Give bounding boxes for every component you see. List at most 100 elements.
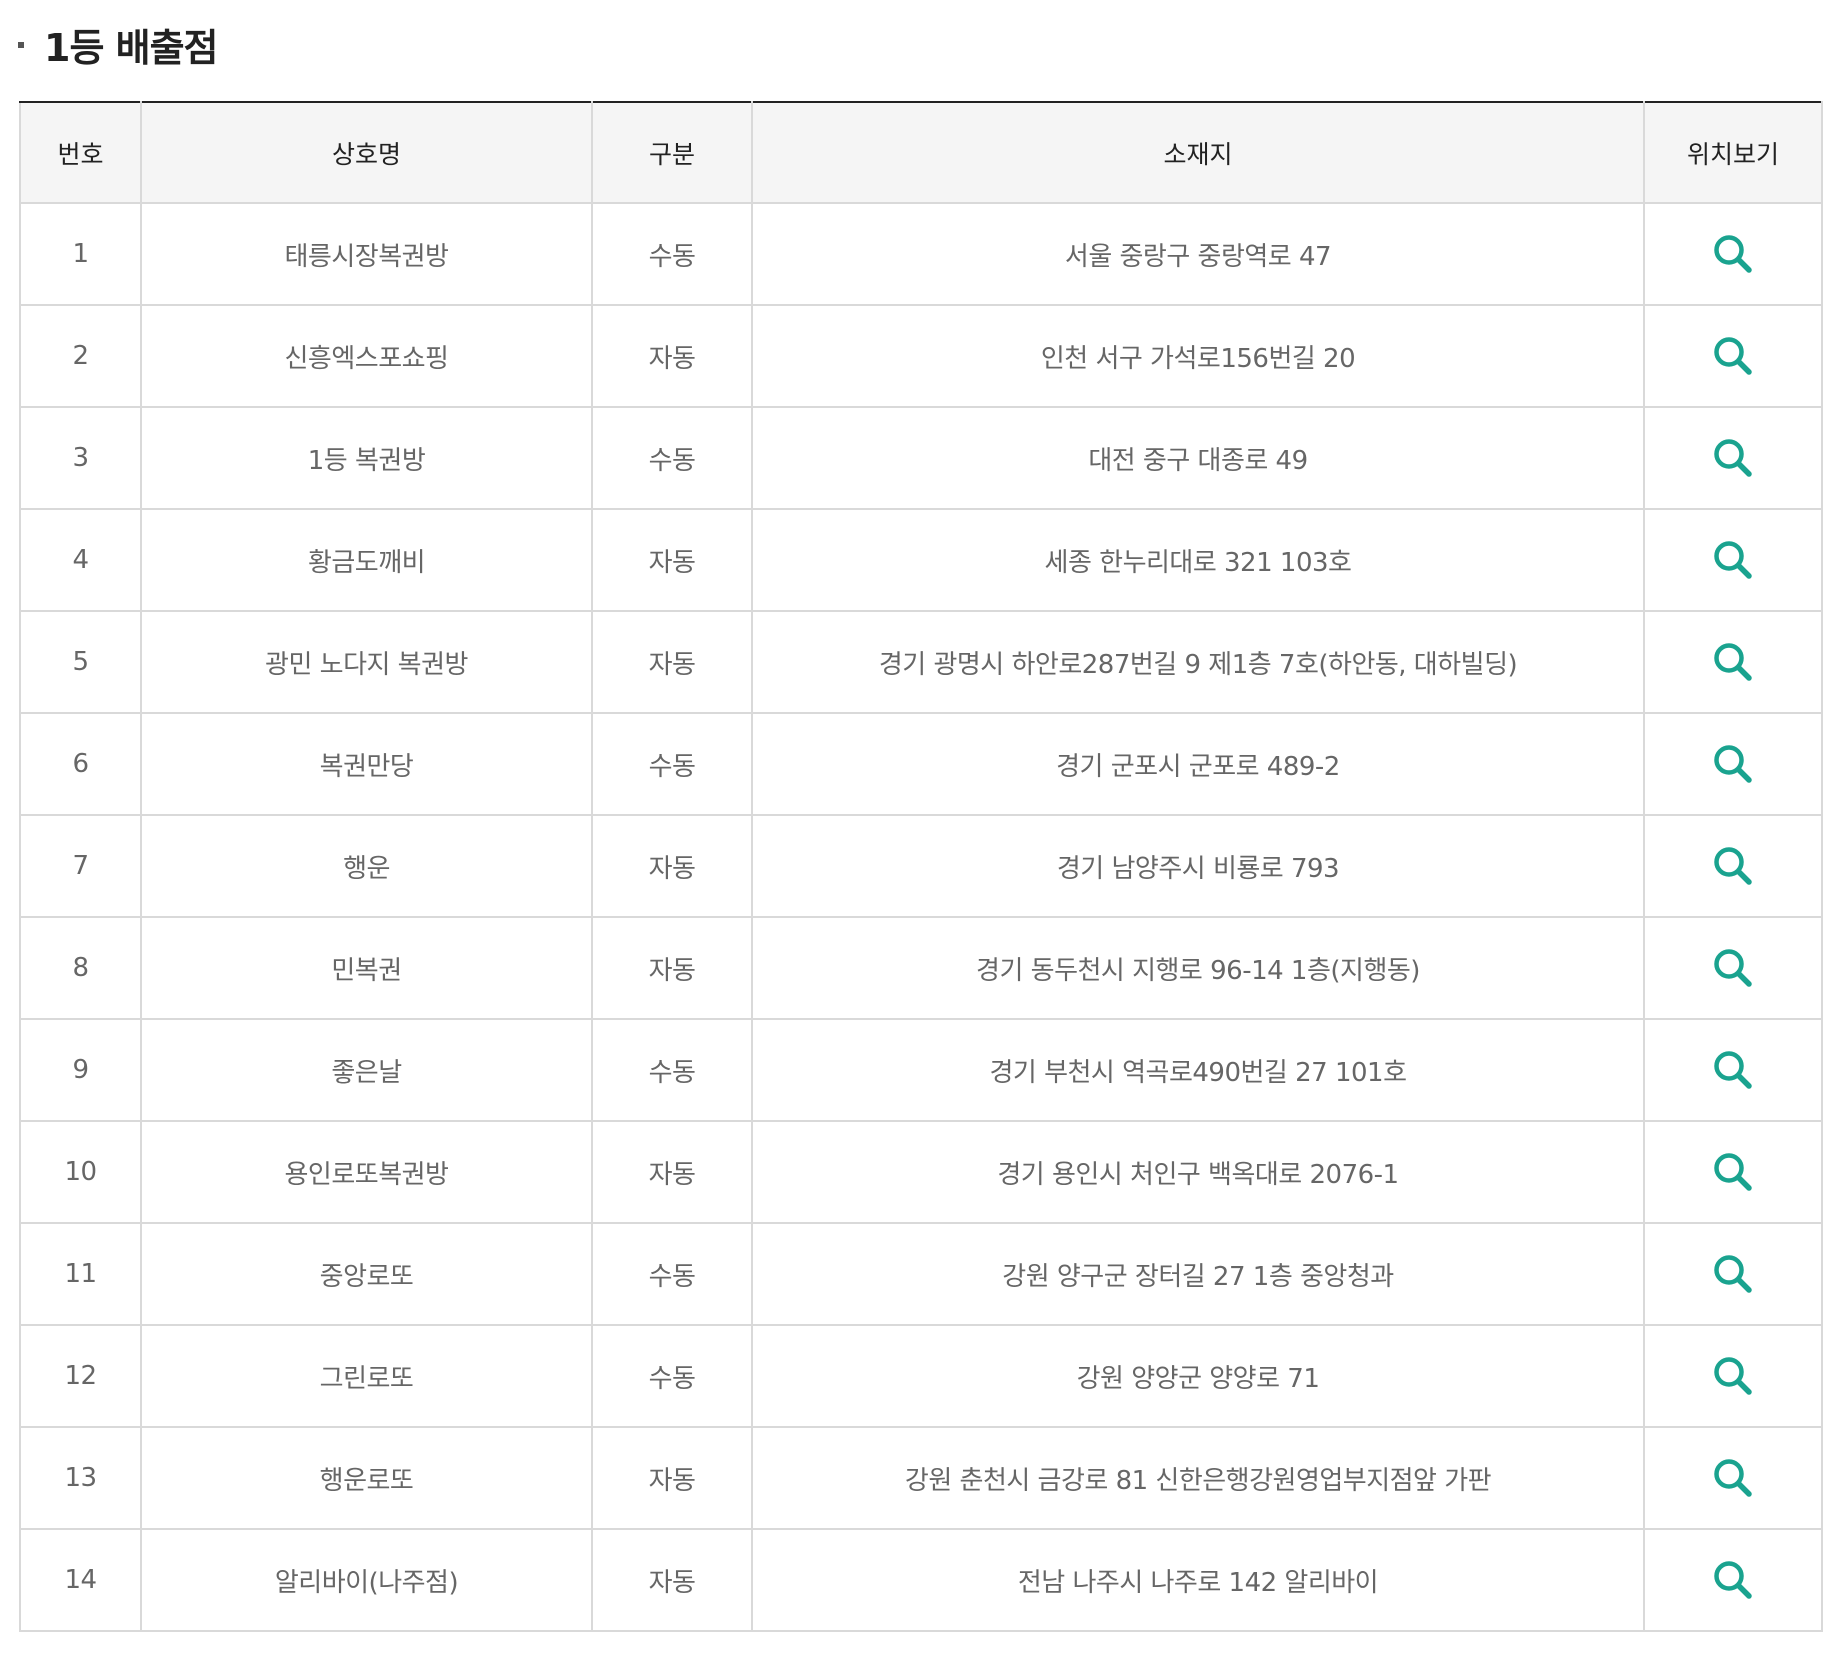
cell-store-name: 그린로또: [140, 1324, 593, 1428]
cell-no: 2: [19, 304, 142, 408]
table-row: 10 용인로또복권방 자동 경기 용인시 처인구 백옥대로 2076-1: [19, 1120, 1823, 1224]
cell-location: [1643, 916, 1823, 1020]
cell-address: 서울 중랑구 중랑역로 47: [751, 202, 1645, 306]
cell-no: 8: [19, 916, 142, 1020]
cell-type: 자동: [591, 1120, 753, 1224]
cell-type: 수동: [591, 1018, 753, 1122]
table-row: 3 1등 복권방 수동 대전 중구 대종로 49: [19, 406, 1823, 510]
cell-address: 경기 군포시 군포로 489-2: [751, 712, 1645, 816]
search-icon[interactable]: [1711, 946, 1755, 990]
cell-address: 경기 동두천시 지행로 96-14 1층(지행동): [751, 916, 1645, 1020]
cell-no: 5: [19, 610, 142, 714]
page: 1등 배출점 번호 상호명 구분 소재지 위치보기 1 태릉시장복권방 수동 서울 중…: [0, 0, 1829, 1655]
section-header: 1등 배출점: [18, 14, 219, 74]
cell-address: 경기 부천시 역곡로490번길 27 101호: [751, 1018, 1645, 1122]
header-type: 구분: [591, 101, 753, 204]
title-bullet: [18, 42, 24, 48]
cell-location: [1643, 1018, 1823, 1122]
cell-store-name: 행운로또: [140, 1426, 593, 1530]
table-row: 1 태릉시장복권방 수동 서울 중랑구 중랑역로 47: [19, 202, 1823, 306]
header-store-name: 상호명: [140, 101, 593, 204]
cell-store-name: 신흥엑스포쇼핑: [140, 304, 593, 408]
table-row: 6 복권만당 수동 경기 군포시 군포로 489-2: [19, 712, 1823, 816]
cell-location: [1643, 814, 1823, 918]
search-icon[interactable]: [1711, 844, 1755, 888]
cell-type: 수동: [591, 1324, 753, 1428]
cell-store-name: 용인로또복권방: [140, 1120, 593, 1224]
cell-no: 3: [19, 406, 142, 510]
search-icon[interactable]: [1711, 232, 1755, 276]
search-icon[interactable]: [1711, 742, 1755, 786]
cell-no: 10: [19, 1120, 142, 1224]
table-row: 9 좋은날 수동 경기 부천시 역곡로490번길 27 101호: [19, 1018, 1823, 1122]
cell-location: [1643, 406, 1823, 510]
search-icon[interactable]: [1711, 1558, 1755, 1602]
cell-address: 인천 서구 가석로156번길 20: [751, 304, 1645, 408]
table-body: 1 태릉시장복권방 수동 서울 중랑구 중랑역로 47 2 신흥엑스포쇼핑 자동 인천 서구 …: [19, 202, 1823, 1632]
cell-type: 자동: [591, 1528, 753, 1632]
cell-store-name: 1등 복권방: [140, 406, 593, 510]
cell-address: 강원 양양군 양양로 71: [751, 1324, 1645, 1428]
cell-no: 1: [19, 202, 142, 306]
cell-address: 경기 용인시 처인구 백옥대로 2076-1: [751, 1120, 1645, 1224]
cell-address: 강원 양구군 장터길 27 1층 중앙청과: [751, 1222, 1645, 1326]
cell-type: 자동: [591, 304, 753, 408]
cell-no: 6: [19, 712, 142, 816]
table-row: 11 중앙로또 수동 강원 양구군 장터길 27 1층 중앙청과: [19, 1222, 1823, 1326]
cell-address: 경기 광명시 하안로287번길 9 제1층 7호(하안동, 대하빌딩): [751, 610, 1645, 714]
table-row: 2 신흥엑스포쇼핑 자동 인천 서구 가석로156번길 20: [19, 304, 1823, 408]
cell-type: 수동: [591, 202, 753, 306]
table-row: 13 행운로또 자동 강원 춘천시 금강로 81 신한은행강원영업부지점앞 가판: [19, 1426, 1823, 1530]
cell-location: [1643, 508, 1823, 612]
cell-location: [1643, 712, 1823, 816]
cell-store-name: 태릉시장복권방: [140, 202, 593, 306]
table-row: 7 행운 자동 경기 남양주시 비룡로 793: [19, 814, 1823, 918]
cell-location: [1643, 1324, 1823, 1428]
search-icon[interactable]: [1711, 1354, 1755, 1398]
search-icon[interactable]: [1711, 538, 1755, 582]
header-no: 번호: [19, 101, 142, 204]
cell-type: 자동: [591, 508, 753, 612]
cell-no: 11: [19, 1222, 142, 1326]
cell-no: 14: [19, 1528, 142, 1632]
search-icon[interactable]: [1711, 640, 1755, 684]
cell-address: 전남 나주시 나주로 142 알리바이: [751, 1528, 1645, 1632]
cell-type: 수동: [591, 1222, 753, 1326]
cell-location: [1643, 610, 1823, 714]
cell-address: 세종 한누리대로 321 103호: [751, 508, 1645, 612]
search-icon[interactable]: [1711, 334, 1755, 378]
cell-location: [1643, 1222, 1823, 1326]
cell-location: [1643, 1120, 1823, 1224]
search-icon[interactable]: [1711, 1456, 1755, 1500]
search-icon[interactable]: [1711, 1048, 1755, 1092]
cell-location: [1643, 304, 1823, 408]
cell-store-name: 알리바이(나주점): [140, 1528, 593, 1632]
header-location: 위치보기: [1643, 101, 1823, 204]
cell-store-name: 행운: [140, 814, 593, 918]
cell-store-name: 황금도깨비: [140, 508, 593, 612]
search-icon[interactable]: [1711, 436, 1755, 480]
cell-location: [1643, 1426, 1823, 1530]
cell-address: 대전 중구 대종로 49: [751, 406, 1645, 510]
table-row: 4 황금도깨비 자동 세종 한누리대로 321 103호: [19, 508, 1823, 612]
cell-location: [1643, 1528, 1823, 1632]
search-icon[interactable]: [1711, 1150, 1755, 1194]
table-header-row: 번호 상호명 구분 소재지 위치보기: [19, 101, 1823, 204]
header-address: 소재지: [751, 101, 1645, 204]
cell-type: 자동: [591, 610, 753, 714]
search-icon[interactable]: [1711, 1252, 1755, 1296]
cell-no: 9: [19, 1018, 142, 1122]
cell-type: 수동: [591, 712, 753, 816]
cell-location: [1643, 202, 1823, 306]
winning-stores-table: 번호 상호명 구분 소재지 위치보기 1 태릉시장복권방 수동 서울 중랑구 중랑역로…: [19, 101, 1823, 1632]
table-row: 8 민복권 자동 경기 동두천시 지행로 96-14 1층(지행동): [19, 916, 1823, 1020]
cell-type: 자동: [591, 916, 753, 1020]
cell-type: 자동: [591, 814, 753, 918]
cell-store-name: 중앙로또: [140, 1222, 593, 1326]
cell-store-name: 광민 노다지 복권방: [140, 610, 593, 714]
cell-address: 경기 남양주시 비룡로 793: [751, 814, 1645, 918]
section-title: 1등 배출점: [44, 25, 219, 70]
cell-no: 4: [19, 508, 142, 612]
cell-store-name: 민복권: [140, 916, 593, 1020]
cell-type: 자동: [591, 1426, 753, 1530]
